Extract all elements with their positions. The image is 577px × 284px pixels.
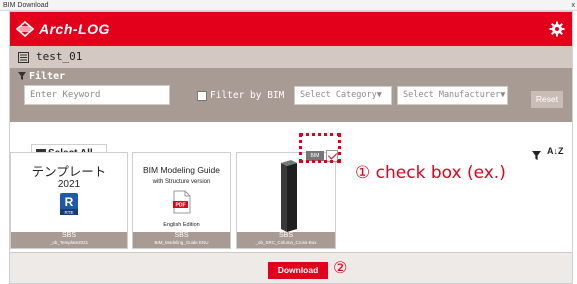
logo-mark-icon	[16, 21, 34, 37]
filter-toggle-icon[interactable]	[532, 151, 541, 160]
window-title: BIM Download	[3, 2, 49, 9]
item-vendor: SBS	[278, 232, 293, 239]
funnel-icon	[18, 72, 26, 80]
app-window: Arch-LOG test_01 Filter Enter Keyword Fi…	[9, 11, 573, 284]
revit-icon-sub: RTE	[65, 210, 74, 215]
sort-label: A↓Z	[547, 146, 564, 156]
download-callout: ②	[333, 258, 348, 277]
item-edition: English Edition	[163, 222, 200, 228]
brand-name: Arch-LOG	[39, 21, 110, 37]
item-vendor: SBS	[61, 232, 76, 239]
list-icon	[18, 52, 29, 63]
arch-log-logo: Arch-LOG	[16, 20, 110, 38]
item-footer: SBS BIM_Modeling_Guide ENU	[133, 232, 230, 248]
keyword-input[interactable]	[24, 85, 170, 105]
close-icon[interactable]: x	[572, 0, 576, 11]
item-vendor: SBS	[174, 232, 189, 239]
category-select[interactable]: Select Category▼	[294, 86, 392, 105]
footer-bar: Download	[10, 252, 572, 283]
item-filename: BIM_Modeling_Guide ENU	[154, 240, 209, 245]
item-card[interactable]: SBS _ob_SRC_Column_Cross-Box	[236, 152, 336, 249]
filter-title: Filter	[29, 71, 66, 82]
filter-heading: Filter	[18, 71, 65, 82]
gear-icon[interactable]	[549, 21, 565, 37]
project-bar: test_01	[10, 46, 572, 68]
item-filename: _ob_SRC_Column_Cross-Box	[255, 240, 317, 245]
manufacturer-select[interactable]: Select Manufacturer▼	[397, 86, 508, 105]
filter-by-bim-checkbox[interactable]: Filter by BIM	[197, 90, 284, 101]
checkbox-highlight	[299, 133, 341, 163]
item-title: テンプレート	[31, 164, 107, 179]
pdf-icon: PDF	[173, 190, 191, 214]
pdf-icon-text: PDF	[176, 203, 186, 209]
item-grid: Select All A↓Z テンプレート 2021 R RTE SBS _ob…	[10, 122, 572, 252]
item-filename: _ob_Template2021	[49, 240, 89, 245]
window-titlebar: BIM Download x	[0, 0, 577, 11]
download-button[interactable]: Download	[268, 262, 328, 279]
column-icon	[281, 160, 297, 232]
revit-icon: R RTE	[60, 193, 78, 215]
item-card[interactable]: テンプレート 2021 R RTE SBS _ob_Template2021	[10, 152, 128, 249]
item-subtitle: with Structure version	[152, 179, 211, 185]
checkbox-callout: ① check box (ex.)	[355, 163, 506, 183]
item-card[interactable]: BIM Modeling Guide with Structure versio…	[132, 152, 231, 249]
app-header: Arch-LOG	[10, 12, 572, 46]
sort-az-icon[interactable]: A↓Z	[547, 146, 564, 156]
filter-by-bim-label: Filter by BIM	[210, 90, 285, 101]
reset-button[interactable]: Reset	[531, 91, 563, 108]
filter-panel: Filter Filter by BIM Select Category▼ Se…	[10, 68, 572, 122]
revit-icon-text: R	[65, 195, 74, 209]
item-footer: SBS _ob_Template2021	[11, 232, 127, 248]
project-name: test_01	[36, 50, 83, 63]
item-footer: SBS _ob_SRC_Column_Cross-Box	[237, 232, 335, 248]
checkbox-box[interactable]	[197, 90, 207, 101]
item-title: BIM Modeling Guide	[142, 165, 220, 175]
item-subtitle: 2021	[57, 179, 81, 190]
